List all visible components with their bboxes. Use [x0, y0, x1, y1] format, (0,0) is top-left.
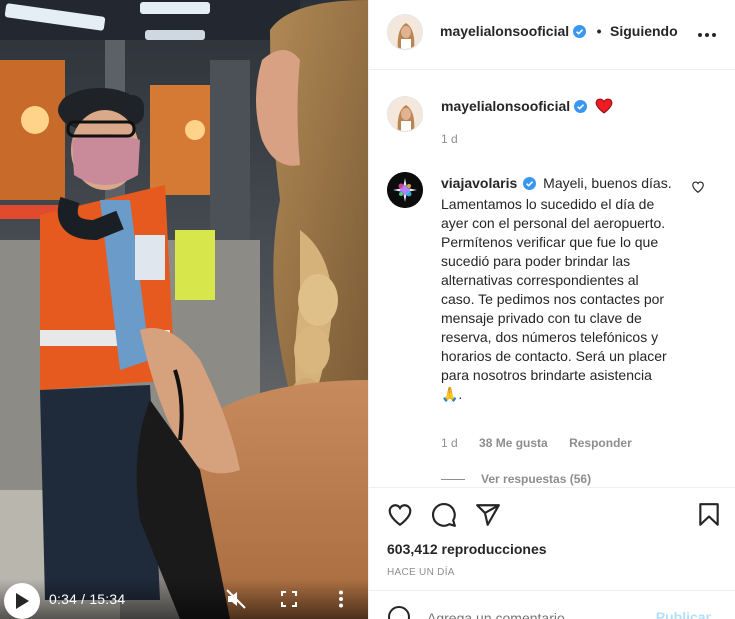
- mute-button[interactable]: [225, 588, 247, 610]
- following-button[interactable]: Siguiendo: [610, 23, 678, 39]
- header-separator: •: [596, 23, 602, 39]
- share-button[interactable]: [475, 502, 501, 528]
- avatar[interactable]: [387, 96, 423, 132]
- speech-bubble-icon: [432, 503, 456, 527]
- video-controls: 0:34 / 15:34: [0, 579, 368, 619]
- profile-photo: [388, 97, 422, 131]
- comment-meta: 1 d 38 Me gusta Responder: [441, 436, 650, 450]
- comment-username[interactable]: viajavolaris: [441, 175, 517, 191]
- comment-button[interactable]: [431, 502, 457, 528]
- post-timestamp[interactable]: HACE UN DÍA: [387, 567, 455, 578]
- profile-photo: [388, 15, 422, 49]
- verified-badge-icon: [574, 100, 588, 118]
- comment-body: viajavolaris Mayeli, buenos días. Lament…: [441, 174, 673, 404]
- avatar[interactable]: [387, 172, 423, 208]
- fullscreen-icon: [281, 591, 297, 607]
- comment-likes[interactable]: 38 Me gusta: [479, 436, 548, 450]
- paper-plane-icon: [476, 504, 500, 526]
- video-options-button[interactable]: [330, 588, 352, 610]
- caption-username[interactable]: mayelialonsooficial: [441, 98, 570, 114]
- header-username[interactable]: mayelialonsooficial: [440, 23, 569, 39]
- like-button[interactable]: [387, 502, 413, 528]
- more-options-button[interactable]: [695, 23, 719, 47]
- comment-like-button[interactable]: [691, 180, 705, 194]
- video-player[interactable]: 0:34 / 15:34: [0, 0, 368, 619]
- smiley-icon: [388, 606, 410, 619]
- comment-text: Mayeli, buenos días. Lamentamos lo suced…: [441, 175, 672, 402]
- avatar[interactable]: [387, 14, 423, 50]
- reply-button[interactable]: Responder: [569, 436, 632, 450]
- video-frame[interactable]: [0, 0, 368, 619]
- add-comment-bar: Publicar: [369, 590, 735, 619]
- post-header: mayelialonsooficial • Siguiendo: [369, 0, 735, 70]
- more-horizontal-icon: [698, 33, 716, 37]
- caption-age[interactable]: 1 d: [441, 132, 458, 146]
- heart-outline-icon: [388, 504, 412, 527]
- red-heart-emoji-icon: [595, 98, 613, 119]
- view-count[interactable]: 603,412 reproducciones: [387, 541, 547, 557]
- muted-speaker-icon: [226, 589, 246, 609]
- emoji-button[interactable]: [387, 605, 411, 619]
- fullscreen-button[interactable]: [278, 588, 300, 610]
- play-icon: [16, 593, 29, 609]
- vertical-dots-icon: [339, 590, 343, 608]
- comment-age[interactable]: 1 d: [441, 436, 458, 450]
- verified-badge-icon: [523, 176, 537, 195]
- bookmark-icon: [699, 503, 719, 526]
- post-actions: 603,412 reproducciones HACE UN DÍA Publi…: [369, 487, 735, 619]
- play-button[interactable]: [4, 583, 40, 619]
- view-replies-button[interactable]: Ver respuestas (56): [441, 472, 591, 486]
- caption-line: mayelialonsooficial: [441, 98, 613, 119]
- post-comment-button[interactable]: Publicar: [656, 609, 711, 619]
- comment-input[interactable]: [427, 609, 647, 619]
- volaris-logo: [387, 172, 423, 208]
- verified-badge-icon: [573, 25, 587, 43]
- replies-divider: [441, 478, 465, 480]
- save-button[interactable]: [696, 502, 722, 528]
- post-sidebar: mayelialonsooficial • Siguiendo mayelial…: [368, 0, 735, 619]
- view-replies-label: Ver respuestas (56): [481, 472, 592, 486]
- header-user: mayelialonsooficial • Siguiendo: [440, 23, 678, 43]
- video-time: 0:34 / 15:34: [49, 591, 126, 607]
- heart-outline-icon: [692, 181, 704, 193]
